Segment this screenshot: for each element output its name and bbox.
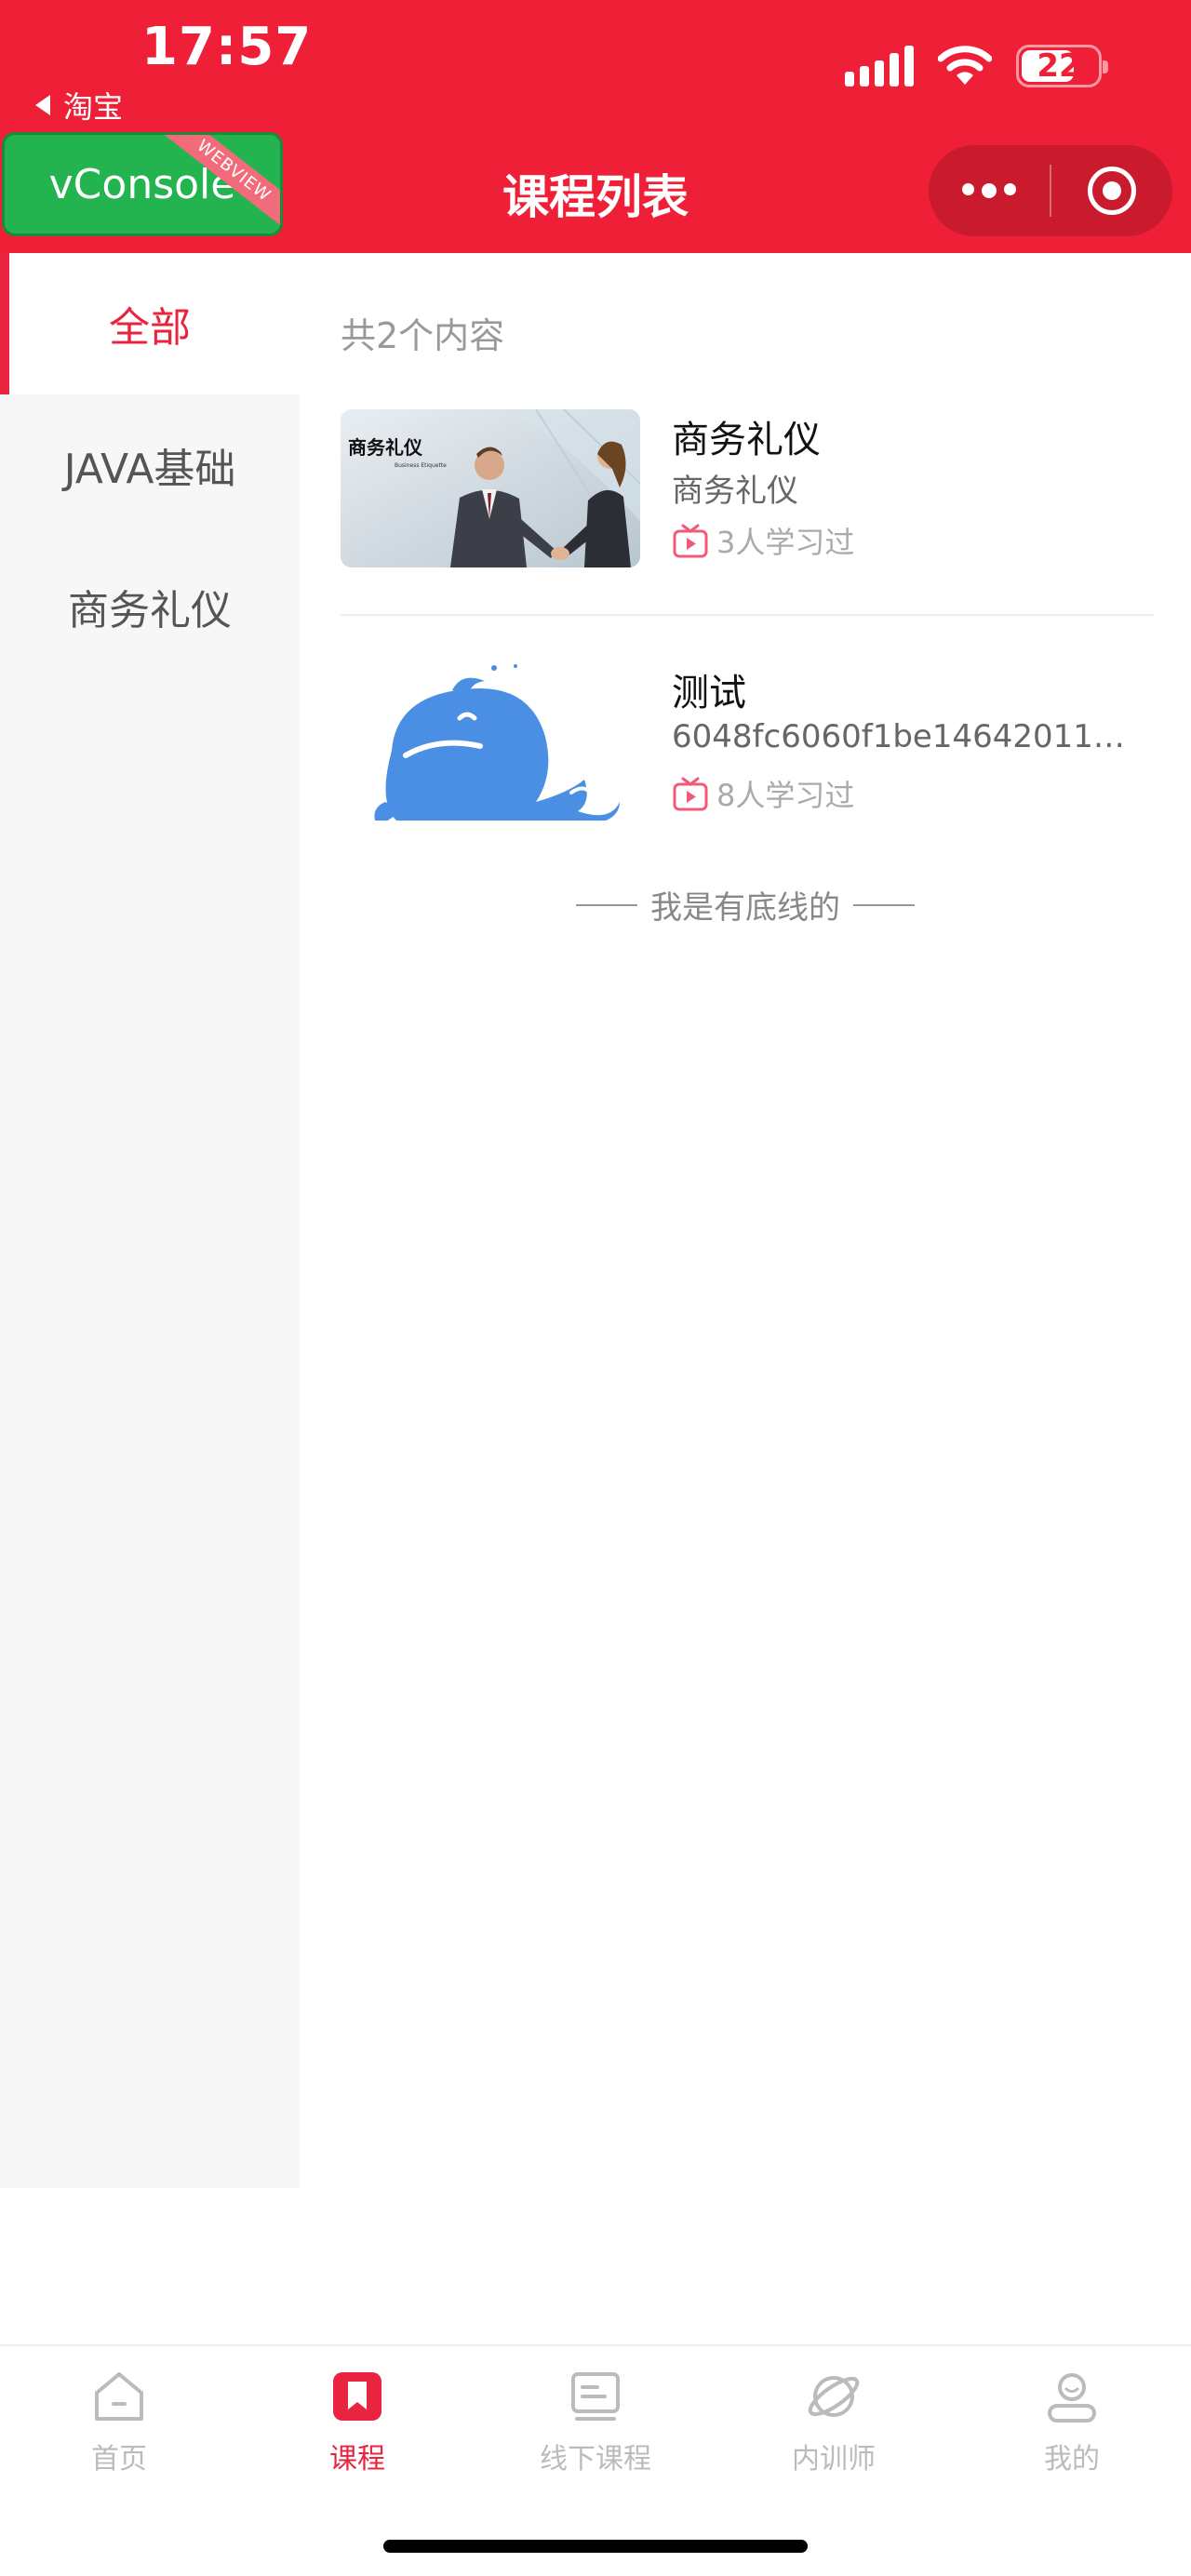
wifi-icon	[938, 46, 992, 85]
divider-line	[576, 903, 637, 906]
video-play-icon	[673, 777, 708, 811]
course-item[interactable]: 测试 6048fc6060f1be14642011e068... 8人学习过	[341, 662, 1154, 821]
back-triangle-icon	[35, 95, 50, 115]
trainer-icon	[808, 2376, 860, 2417]
course-subtitle: 6048fc6060f1be14642011e068...	[672, 718, 1137, 755]
course-learners: 3人学习过	[716, 525, 855, 560]
category-item-java[interactable]: JAVA基础	[0, 394, 300, 536]
course-learners: 8人学习过	[716, 778, 855, 813]
tab-courses[interactable]: 课程	[238, 2367, 476, 2497]
tab-trainers[interactable]: 内训师	[715, 2367, 953, 2497]
list-end-indicator: 我是有底线的	[300, 882, 1191, 928]
course-subtitle: 商务礼仪	[672, 473, 798, 510]
course-thumbnail: 商务礼仪 Business Etiquette	[341, 409, 640, 567]
video-play-icon	[673, 524, 708, 558]
offline-course-icon	[571, 2372, 620, 2421]
baseline-text: 我是有底线的	[650, 889, 840, 927]
back-to-app-link[interactable]: 淘宝	[35, 84, 123, 127]
content-count: 共2个内容	[341, 315, 505, 356]
bookmark-icon	[333, 2372, 381, 2421]
tab-label: 首页	[91, 2443, 147, 2476]
tab-label: 内训师	[792, 2443, 876, 2476]
profile-icon	[1048, 2373, 1096, 2423]
course-thumbnail	[341, 662, 640, 821]
battery-level: 22	[1037, 47, 1081, 85]
tab-label: 课程	[329, 2443, 385, 2476]
more-options-icon[interactable]	[929, 183, 1050, 198]
close-miniprogram-icon[interactable]	[1051, 167, 1172, 215]
home-indicator	[383, 2540, 808, 2553]
back-app-label: 淘宝	[63, 89, 124, 125]
header-bar: 17:57 淘宝 22 vConsole WEBVIEW 课程列表	[0, 0, 1191, 253]
tab-home[interactable]: 首页	[0, 2367, 238, 2497]
status-icons: 22	[845, 45, 1108, 87]
category-item-etiquette[interactable]: 商务礼仪	[0, 536, 300, 677]
course-stats: 3人学习过	[672, 519, 854, 562]
battery-icon: 22	[1016, 45, 1108, 87]
tab-offline-courses[interactable]: 线下课程	[476, 2367, 715, 2497]
course-title: 测试	[672, 672, 746, 714]
thumb-caption: 商务礼仪	[348, 436, 423, 459]
status-time: 17:57	[141, 17, 313, 77]
tab-label: 我的	[1044, 2443, 1100, 2476]
home-icon	[95, 2372, 143, 2421]
thumb-caption-en: Business Etiquette	[395, 462, 447, 469]
category-label: 全部	[109, 304, 191, 352]
divider-line	[853, 903, 915, 906]
category-item-all[interactable]: 全部	[0, 253, 300, 394]
category-label: 商务礼仪	[68, 587, 232, 634]
tab-profile[interactable]: 我的	[953, 2367, 1191, 2497]
course-item[interactable]: 商务礼仪 Business Etiquette 商务礼仪 商务礼仪 3人学习过	[341, 409, 1154, 616]
miniprogram-capsule	[929, 145, 1172, 236]
category-label: JAVA基础	[63, 446, 236, 493]
category-sidebar: 全部 JAVA基础 商务礼仪	[0, 253, 300, 2188]
course-stats: 8人学习过	[672, 772, 854, 815]
course-title: 商务礼仪	[672, 419, 821, 461]
cellular-signal-icon	[845, 46, 914, 87]
tab-label: 线下课程	[540, 2443, 651, 2476]
